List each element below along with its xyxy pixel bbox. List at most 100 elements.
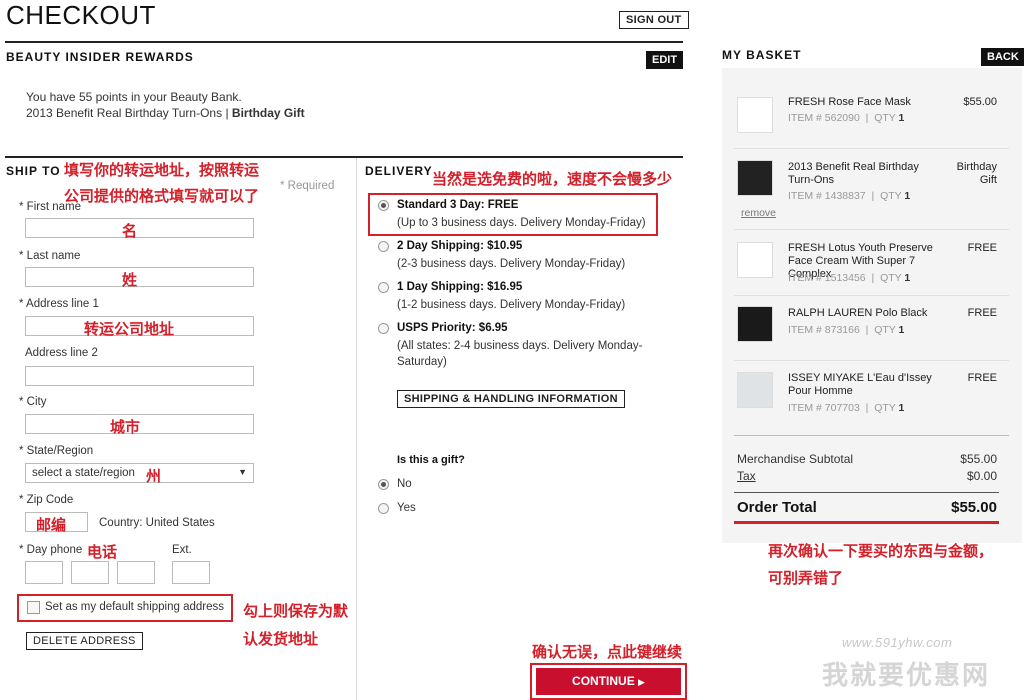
basket-item-name: ISSEY MIYAKE L'Eau d'Issey Pour Homme (788, 372, 932, 397)
last-name-input[interactable] (25, 267, 254, 287)
ship-note-line-2: 公司提供的格式填写就可以了 (64, 188, 260, 205)
shipping-option-title: USPS Priority: $6.95 (397, 322, 508, 334)
item-number-label: ITEM # (788, 112, 822, 124)
product-thumbnail (737, 97, 773, 133)
default-address-checkbox[interactable] (27, 601, 40, 614)
qty-value: 1 (898, 112, 905, 124)
gift-yes-radio[interactable] (378, 503, 389, 514)
basket-item-meta: ITEM # 1513456 | QTY 1 (788, 272, 911, 284)
default-note-line-1: 勾上则保存为默 (243, 603, 349, 620)
sign-out-button[interactable]: SIGN OUT (619, 11, 689, 29)
shipping-option-desc: (Up to 3 business days. Delivery Monday-… (397, 217, 646, 229)
total-underline (734, 521, 999, 524)
default-address-label: Set as my default shipping address (45, 601, 224, 613)
continue-button[interactable]: CONTINUE ▶ (536, 668, 681, 695)
item-separator (734, 229, 1009, 230)
country-text: Country: United States (99, 517, 215, 529)
ship-to-heading: SHIP TO (6, 164, 61, 178)
subtotal-label: Merchandise Subtotal (737, 452, 854, 466)
shipping-option-desc: (All states: 2-4 business days. Delivery… (397, 340, 643, 368)
product-thumbnail (737, 242, 773, 278)
qty-value: 1 (898, 402, 905, 414)
default-note-line-2: 认发货地址 (243, 631, 319, 648)
state-label: * State/Region (19, 445, 94, 457)
basket-item-name: RALPH LAUREN Polo Black (788, 307, 928, 319)
gift-yes-label: Yes (397, 502, 416, 514)
item-number-label: ITEM # (788, 402, 822, 414)
gift-no-radio[interactable] (378, 479, 389, 490)
basket-item-meta: ITEM # 1438837 | QTY 1 (788, 190, 911, 202)
basket-item-price: Birthday Gift (956, 161, 997, 186)
phone-ext-input[interactable] (172, 561, 210, 584)
rewards-heading: BEAUTY INSIDER REWARDS (6, 50, 194, 64)
zip-label: * Zip Code (19, 494, 74, 506)
total-divider (734, 492, 999, 493)
first-name-label: * First name (19, 201, 81, 213)
gift-text: 2013 Benefit Real Birthday Turn-Ons | Bi… (26, 106, 305, 120)
last-name-annotation: 姓 (122, 272, 138, 289)
basket-item-meta: ITEM # 707703 | QTY 1 (788, 402, 905, 414)
phone-annotation: 电话 (87, 544, 118, 561)
qty-label: QTY (880, 190, 902, 202)
tax-value: $0.00 (966, 469, 997, 483)
tax-link[interactable]: Tax (737, 469, 756, 483)
phone-label: * Day phone (19, 544, 83, 556)
item-number: 1438837 (824, 190, 866, 202)
subtotal-value: $55.00 (960, 452, 997, 466)
address1-label: * Address line 1 (19, 298, 99, 310)
basket-item-meta: ITEM # 562090 | QTY 1 (788, 112, 905, 124)
shipping-option-radio[interactable] (378, 200, 389, 211)
ship-note-line-1: 填写你的转运地址，按照转运 (64, 162, 260, 179)
basket-item-meta: ITEM # 873166 | QTY 1 (788, 324, 905, 336)
shipping-option-title: Standard 3 Day: FREE (397, 199, 519, 211)
item-separator (734, 148, 1009, 149)
delivery-heading: DELIVERY (365, 164, 433, 178)
shipping-option-radio[interactable] (378, 323, 389, 334)
shipping-info-button[interactable]: SHIPPING & HANDLING INFORMATION (397, 390, 625, 408)
delete-address-button[interactable]: DELETE ADDRESS (26, 632, 143, 650)
shipping-option-radio[interactable] (378, 241, 389, 252)
product-thumbnail (737, 160, 773, 196)
remove-link[interactable]: remove (741, 207, 776, 219)
basket-item-price: FREE (967, 307, 997, 319)
watermark-name: 我就要优惠网 (822, 660, 991, 690)
item-separator (734, 295, 1009, 296)
qty-label: QTY (874, 112, 896, 124)
order-total-value: $55.00 (951, 499, 997, 516)
phone-line-input[interactable] (117, 561, 155, 584)
qty-label: QTY (874, 324, 896, 336)
continue-label: CONTINUE (572, 674, 635, 688)
shipping-option-title: 1 Day Shipping: $16.95 (397, 281, 523, 293)
chevron-down-icon: ▼ (238, 467, 247, 477)
phone-prefix-input[interactable] (71, 561, 109, 584)
basket-item-price: FREE (967, 242, 997, 254)
basket-item-price: FREE (967, 372, 997, 384)
rewards-divider (5, 156, 683, 158)
gift-text-label: 2013 Benefit Real Birthday Turn-Ons | (26, 106, 229, 120)
caret-right-icon: ▶ (638, 677, 645, 687)
shipping-option-title: 2 Day Shipping: $10.95 (397, 240, 523, 252)
last-name-label: * Last name (19, 250, 81, 262)
back-button[interactable]: BACK (981, 48, 1024, 66)
confirm-note-line-1: 再次确认一下要买的东西与金额， (768, 543, 994, 560)
gift-question: Is this a gift? (397, 454, 465, 466)
phone-area-input[interactable] (25, 561, 63, 584)
qty-label: QTY (880, 272, 902, 284)
city-annotation: 城市 (110, 419, 141, 436)
first-name-input[interactable] (25, 218, 254, 238)
city-label: * City (19, 396, 47, 408)
totals-divider (734, 435, 1009, 436)
item-number-label: ITEM # (788, 324, 822, 336)
continue-annotation: 确认无误，点此键继续 (532, 644, 683, 661)
shipping-option-radio[interactable] (378, 282, 389, 293)
item-number-label: ITEM # (788, 272, 822, 284)
address2-input[interactable] (25, 366, 254, 386)
delivery-annotation: 当然是选免费的啦，速度不会慢多少 (432, 171, 673, 188)
zip-annotation: 邮编 (36, 517, 67, 534)
item-number: 873166 (824, 324, 860, 336)
gift-text-bold: Birthday Gift (231, 106, 305, 120)
item-number: 562090 (824, 112, 860, 124)
edit-rewards-button[interactable]: EDIT (646, 51, 684, 69)
basket-item-name: 2013 Benefit Real Birthday Turn-Ons (788, 161, 919, 186)
state-select[interactable]: select a state/region ▼ (25, 463, 254, 483)
